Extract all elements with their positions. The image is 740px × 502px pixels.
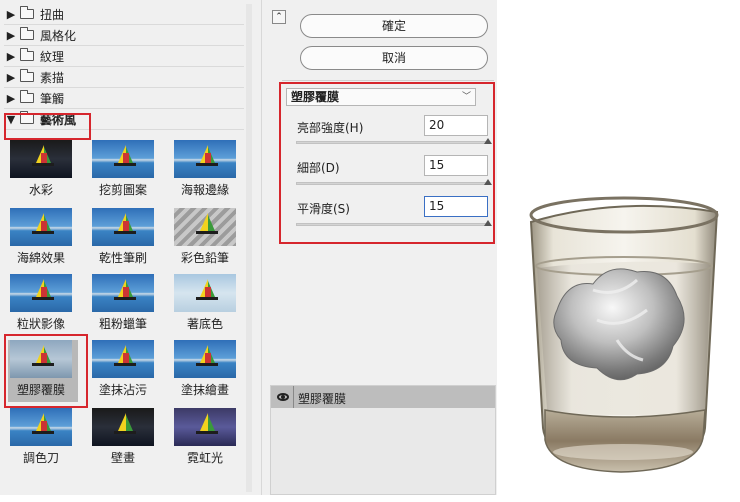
- folder-icon: [20, 90, 34, 103]
- filter-label: 壁畫: [110, 451, 135, 465]
- filter-label: 霓虹光: [186, 451, 223, 465]
- filter-select-value: 塑膠覆膜: [291, 90, 340, 104]
- filter-thumb-underpainting[interactable]: 著底色: [172, 274, 250, 344]
- selected-filter-highlight-box: [4, 334, 88, 408]
- filter-thumb-neon-glow[interactable]: 霓虹光: [172, 408, 250, 478]
- filter-label: 粗粉蠟筆: [98, 317, 147, 331]
- filter-thumb-cutout[interactable]: 挖剪圖案: [90, 140, 168, 210]
- eye-icon[interactable]: [277, 393, 289, 401]
- category-brush-strokes[interactable]: ▶ 筆觸: [4, 88, 244, 109]
- filter-select-dropdown[interactable]: 塑膠覆膜 ﹀: [286, 88, 476, 106]
- filter-thumb-dry-brush[interactable]: 乾性筆刷: [90, 208, 168, 278]
- filter-label: 著底色: [186, 317, 223, 331]
- collapse-gallery-icon[interactable]: ⌃: [272, 10, 286, 24]
- expand-triangle-icon[interactable]: ▶: [4, 29, 18, 42]
- filter-thumb-rough-pastels[interactable]: 粗粉蠟筆: [90, 274, 168, 344]
- smoothness-label: 平滑度(S): [297, 202, 350, 216]
- filter-label: 調色刀: [22, 451, 59, 465]
- filter-thumb-colored-pencil[interactable]: 彩色鉛筆: [172, 208, 250, 278]
- category-label: 紋理: [40, 49, 65, 64]
- filter-label: 海報邊緣: [180, 183, 229, 197]
- chevron-down-icon: ﹀: [461, 92, 471, 102]
- filter-preview-image: [174, 408, 236, 446]
- filter-preview-image: [174, 274, 236, 312]
- filter-thumb-poster-edges[interactable]: 海報邊緣: [172, 140, 250, 210]
- effect-layer-name: 塑膠覆膜: [298, 392, 347, 406]
- highlight-strength-label: 亮部強度(H): [297, 121, 364, 135]
- divider: [282, 80, 494, 81]
- filter-preview-image: [10, 274, 72, 312]
- filter-preview-image: [10, 208, 72, 246]
- expand-triangle-icon[interactable]: ▶: [4, 50, 18, 63]
- filter-preview-image: [174, 140, 236, 178]
- smoothness-slider[interactable]: [296, 223, 490, 226]
- detail-input[interactable]: 15: [424, 155, 488, 176]
- detail-label: 細部(D): [297, 161, 340, 175]
- filter-label: 水彩: [28, 183, 53, 197]
- filter-preview-image: [174, 340, 236, 378]
- slider-knob-icon[interactable]: [484, 179, 492, 185]
- filter-label: 乾性筆刷: [98, 251, 147, 265]
- category-label: 筆觸: [40, 91, 65, 106]
- highlight-strength-slider[interactable]: [296, 141, 490, 144]
- category-label: 扭曲: [40, 7, 65, 22]
- filter-gallery-panel: ▶ 扭曲 ▶ 風格化 ▶ 紋理 ▶ 素描 ▶ 筆觸 ▼ 藝術風 水彩 挖剪圖案 …: [0, 0, 262, 495]
- glass-illustration: [529, 196, 719, 473]
- filter-preview-image: [92, 274, 154, 312]
- filter-thumb-watercolor[interactable]: 水彩: [8, 140, 86, 210]
- category-sketch[interactable]: ▶ 素描: [4, 67, 244, 88]
- filter-label: 海綿效果: [16, 251, 65, 265]
- smoothness-input[interactable]: 15: [424, 196, 488, 217]
- slider-knob-icon[interactable]: [484, 220, 492, 226]
- filter-label: 彩色鉛筆: [180, 251, 229, 265]
- highlight-strength-input[interactable]: 20: [424, 115, 488, 136]
- filter-preview-image: [10, 408, 72, 446]
- expand-triangle-icon[interactable]: ▶: [4, 8, 18, 21]
- filter-label: 塗抹沾污: [98, 383, 147, 397]
- category-highlight-box: [4, 113, 91, 140]
- folder-icon: [20, 69, 34, 82]
- category-texture[interactable]: ▶ 紋理: [4, 46, 244, 67]
- filter-preview-image: [92, 340, 154, 378]
- filter-preview-image: [10, 140, 72, 178]
- category-label: 素描: [40, 70, 65, 85]
- filter-preview-image: [92, 208, 154, 246]
- category-label: 風格化: [40, 28, 77, 43]
- expand-triangle-icon[interactable]: ▶: [4, 92, 18, 105]
- filter-label: 粒狀影像: [16, 317, 65, 331]
- filter-thumb-paint-daubs[interactable]: 塗抹繪畫: [172, 340, 250, 410]
- filter-thumb-sponge[interactable]: 海綿效果: [8, 208, 86, 278]
- filter-thumb-smudge-stick[interactable]: 塗抹沾污: [90, 340, 168, 410]
- filter-label: 挖剪圖案: [98, 183, 147, 197]
- filter-label: 塗抹繪畫: [180, 383, 229, 397]
- filter-thumb-palette-knife[interactable]: 調色刀: [8, 408, 86, 478]
- expand-triangle-icon[interactable]: ▶: [4, 71, 18, 84]
- gallery-scrollbar[interactable]: [246, 4, 252, 492]
- folder-icon: [20, 48, 34, 61]
- filter-thumb-fresco[interactable]: 壁畫: [90, 408, 168, 478]
- folder-icon: [20, 27, 34, 40]
- category-stylize[interactable]: ▶ 風格化: [4, 25, 244, 46]
- detail-slider[interactable]: [296, 182, 490, 185]
- result-photo-glass-with-ice: [497, 0, 740, 502]
- cancel-button[interactable]: 取消: [300, 46, 488, 70]
- category-distort[interactable]: ▶ 扭曲: [4, 4, 244, 25]
- filter-preview-image: [92, 408, 154, 446]
- filter-preview-image: [92, 140, 154, 178]
- divider: [293, 386, 294, 408]
- ok-button[interactable]: 確定: [300, 14, 488, 38]
- folder-icon: [20, 6, 34, 19]
- slider-knob-icon[interactable]: [484, 138, 492, 144]
- filter-preview-image: [174, 208, 236, 246]
- category-list: ▶ 扭曲 ▶ 風格化 ▶ 紋理 ▶ 素描 ▶ 筆觸 ▼ 藝術風: [4, 4, 244, 130]
